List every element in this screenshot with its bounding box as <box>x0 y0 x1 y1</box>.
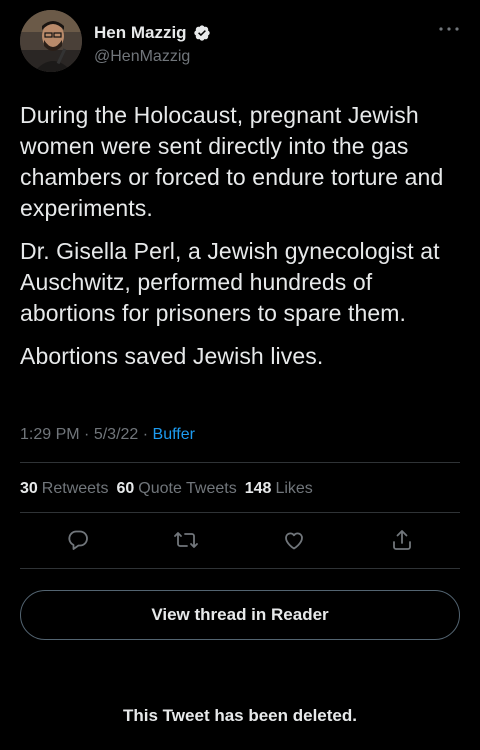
more-options-icon[interactable] <box>438 24 460 34</box>
reply-button[interactable] <box>60 522 96 558</box>
avatar-image <box>20 10 82 72</box>
likes-count: 148 <box>244 480 272 497</box>
tweet-paragraph: Abortions saved Jewish lives. <box>20 343 324 369</box>
divider <box>20 512 460 513</box>
engagement-stats: 30 Retweets 60 Quote Tweets 148 Likes <box>20 480 313 498</box>
display-name[interactable]: Hen Mazzig <box>94 23 187 43</box>
meta-separator: · <box>142 426 149 443</box>
tweet-screen: Hen Mazzig @HenMazzig During the Holocau… <box>0 0 480 750</box>
view-thread-reader-button[interactable]: View thread in Reader <box>20 590 460 640</box>
tweet-paragraph: During the Holocaust, pregnant Jewish wo… <box>20 102 444 221</box>
reply-icon <box>68 530 88 550</box>
share-button[interactable] <box>384 522 420 558</box>
tweet-text: During the Holocaust, pregnant Jewish wo… <box>20 100 464 384</box>
like-icon <box>285 532 303 550</box>
quotes-count: 60 <box>116 480 135 497</box>
tweet-time[interactable]: 1:29 PM <box>20 426 80 443</box>
meta-separator: · <box>84 426 90 443</box>
tweet-source-link[interactable]: Buffer <box>153 426 195 443</box>
quotes-stat[interactable]: 60 Quote Tweets <box>117 480 237 498</box>
action-bar <box>20 522 460 562</box>
retweets-label: Retweets <box>41 480 109 497</box>
tweet-header: Hen Mazzig @HenMazzig <box>20 10 460 80</box>
retweets-count: 30 <box>20 480 38 497</box>
retweet-icon <box>174 532 198 548</box>
verified-badge-icon <box>193 25 210 41</box>
retweet-button[interactable] <box>168 522 204 558</box>
likes-stat[interactable]: 148 Likes <box>245 480 313 498</box>
tweet-paragraph: Dr. Gisella Perl, a Jewish gynecologist … <box>20 238 440 326</box>
handle[interactable]: @HenMazzig <box>94 48 190 66</box>
retweets-stat[interactable]: 30 Retweets <box>20 480 109 498</box>
tweet-timestamp: 1:29 PM · 5/3/22 · Buffer <box>20 426 195 444</box>
deleted-notice: This Tweet has been deleted. <box>123 706 357 725</box>
tweet-date[interactable]: 5/3/22 <box>94 426 138 443</box>
likes-label: Likes <box>275 480 313 497</box>
like-button[interactable] <box>276 522 312 558</box>
divider <box>20 568 460 569</box>
divider <box>20 462 460 463</box>
avatar[interactable] <box>20 10 82 72</box>
quotes-label: Quote Tweets <box>138 480 237 497</box>
name-row: Hen Mazzig <box>94 23 211 43</box>
share-icon <box>393 530 411 550</box>
